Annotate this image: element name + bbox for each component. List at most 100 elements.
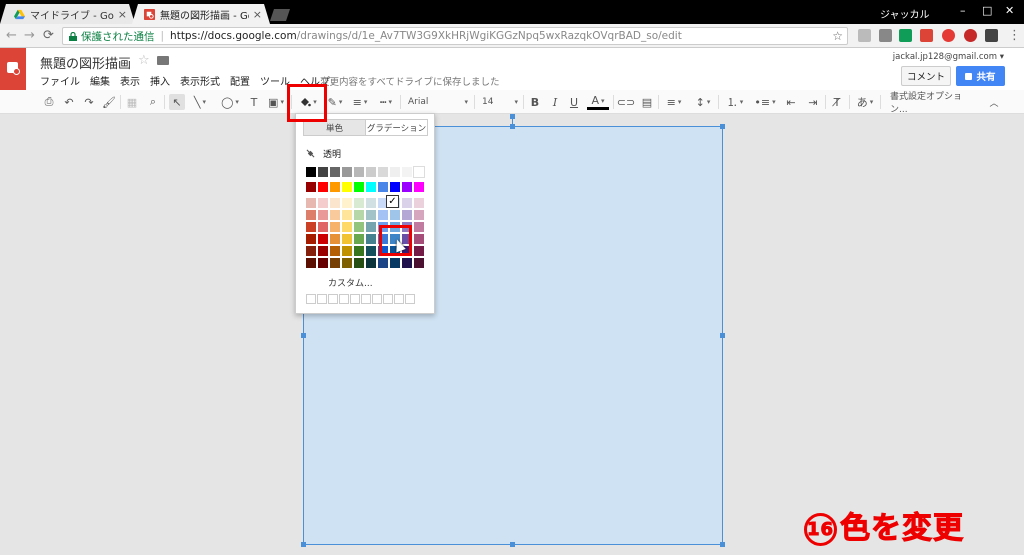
- border-color-icon[interactable]: ✎ ▾: [324, 94, 346, 110]
- bulleted-list-icon[interactable]: •≡ ▾: [754, 94, 776, 110]
- color-swatch[interactable]: [378, 258, 388, 268]
- color-swatch[interactable]: [390, 182, 400, 192]
- extension-icon[interactable]: [879, 29, 892, 42]
- color-swatch[interactable]: [330, 246, 340, 256]
- underline-button[interactable]: U: [568, 94, 580, 110]
- menu-view[interactable]: 表示: [120, 73, 140, 88]
- color-swatch[interactable]: [354, 246, 364, 256]
- address-bar[interactable]: 保護された通信 | https://docs.google.com /drawi…: [62, 27, 848, 45]
- reload-icon[interactable]: ⟳: [43, 28, 54, 43]
- font-size-select[interactable]: 14 ▾: [482, 94, 518, 110]
- text-color-button[interactable]: A ▾: [587, 94, 609, 110]
- color-swatch[interactable]: [413, 166, 425, 178]
- extension-icon[interactable]: [920, 29, 933, 42]
- account-email[interactable]: jackal.jp128@gmail.com ▾: [893, 52, 1004, 62]
- transparent-option[interactable]: 透明: [306, 147, 341, 160]
- color-swatch[interactable]: [414, 198, 424, 208]
- rotate-handle[interactable]: [510, 114, 515, 119]
- line-spacing-icon[interactable]: ↕ ▾: [692, 94, 714, 110]
- color-swatch[interactable]: [318, 222, 328, 232]
- forward-icon[interactable]: →: [24, 28, 35, 43]
- resize-handle[interactable]: [301, 333, 306, 338]
- color-swatch[interactable]: [330, 222, 340, 232]
- menu-insert[interactable]: 挿入: [150, 73, 170, 88]
- menu-tools[interactable]: ツール: [260, 73, 290, 88]
- resize-handle[interactable]: [720, 124, 725, 129]
- color-swatch[interactable]: [306, 210, 316, 220]
- link-icon[interactable]: ⊂⊃: [617, 94, 635, 110]
- extension-icon[interactable]: [942, 29, 955, 42]
- resize-handle[interactable]: [510, 124, 515, 129]
- input-tools-button[interactable]: あ ▾: [855, 94, 875, 110]
- decrease-indent-icon[interactable]: ⇤: [784, 94, 798, 110]
- save-status[interactable]: 変更内容をすべてドライブに保存しました: [320, 74, 499, 88]
- bookmark-star-icon[interactable]: ☆: [832, 29, 843, 43]
- resize-handle[interactable]: [720, 333, 725, 338]
- color-swatch[interactable]: [402, 210, 412, 220]
- color-swatch[interactable]: [390, 167, 400, 177]
- color-swatch[interactable]: [402, 182, 412, 192]
- drawings-logo[interactable]: [0, 48, 26, 90]
- color-swatch[interactable]: [414, 182, 424, 192]
- color-swatch[interactable]: [354, 167, 364, 177]
- color-swatch[interactable]: [414, 246, 424, 256]
- numbered-list-icon[interactable]: ⒈ ▾: [724, 94, 746, 110]
- color-swatch[interactable]: [366, 246, 376, 256]
- color-swatch[interactable]: [378, 167, 388, 177]
- color-swatch[interactable]: [414, 210, 424, 220]
- select-tool-icon[interactable]: ↖: [169, 94, 185, 110]
- color-swatch[interactable]: [354, 234, 364, 244]
- custom-color-slot[interactable]: [405, 294, 415, 304]
- color-swatch[interactable]: [414, 222, 424, 232]
- color-swatch[interactable]: [318, 210, 328, 220]
- align-icon[interactable]: ≡ ▾: [663, 94, 685, 110]
- menu-file[interactable]: ファイル: [40, 73, 80, 88]
- color-swatch[interactable]: [366, 182, 376, 192]
- collapse-toolbar-icon[interactable]: ︿: [988, 94, 1000, 110]
- color-swatch[interactable]: [342, 234, 352, 244]
- add-comment-icon[interactable]: ▤: [640, 94, 654, 110]
- color-swatch[interactable]: [342, 258, 352, 268]
- extension-icon[interactable]: [985, 29, 998, 42]
- custom-color-slot[interactable]: [317, 294, 327, 304]
- resize-handle[interactable]: [301, 542, 306, 547]
- line-tool-icon[interactable]: ╲ ▾: [190, 94, 210, 110]
- custom-color-slot[interactable]: [394, 294, 404, 304]
- color-swatch[interactable]: [414, 234, 424, 244]
- document-title[interactable]: 無題の図形描画: [40, 53, 131, 72]
- color-swatch[interactable]: [378, 210, 388, 220]
- color-swatch[interactable]: [330, 210, 340, 220]
- color-swatch[interactable]: [390, 258, 400, 268]
- tab-my-drive[interactable]: マイドライブ - Google ドライブ ×: [0, 4, 135, 24]
- fit-icon[interactable]: ▦: [125, 94, 139, 110]
- custom-color-slot[interactable]: [383, 294, 393, 304]
- undo-icon[interactable]: ↶: [62, 94, 76, 110]
- back-icon[interactable]: ←: [6, 28, 17, 43]
- color-swatch[interactable]: [330, 198, 340, 208]
- print-icon[interactable]: ⎙: [42, 94, 56, 110]
- color-swatch[interactable]: [306, 167, 316, 177]
- maximize-icon[interactable]: □: [982, 4, 992, 17]
- color-swatch[interactable]: [318, 234, 328, 244]
- custom-color-slot[interactable]: [306, 294, 316, 304]
- bold-button[interactable]: B: [529, 94, 541, 110]
- color-swatch[interactable]: [342, 210, 352, 220]
- color-swatch[interactable]: [402, 258, 412, 268]
- custom-color-slot[interactable]: [350, 294, 360, 304]
- close-window-icon[interactable]: ✕: [1005, 4, 1014, 17]
- color-swatch[interactable]: [354, 222, 364, 232]
- color-swatch[interactable]: [318, 258, 328, 268]
- color-swatch[interactable]: [378, 182, 388, 192]
- menu-arrange[interactable]: 配置: [230, 73, 250, 88]
- comment-button[interactable]: コメント: [901, 66, 951, 86]
- custom-color-slot[interactable]: [372, 294, 382, 304]
- adblock-icon[interactable]: [964, 29, 977, 42]
- color-swatch[interactable]: [354, 182, 364, 192]
- color-swatch[interactable]: [366, 234, 376, 244]
- color-swatch[interactable]: [366, 258, 376, 268]
- color-swatch[interactable]: [402, 198, 412, 208]
- color-swatch[interactable]: [390, 210, 400, 220]
- format-options-button[interactable]: 書式設定オプション...: [890, 92, 970, 115]
- color-swatch[interactable]: [354, 210, 364, 220]
- color-swatch[interactable]: [318, 198, 328, 208]
